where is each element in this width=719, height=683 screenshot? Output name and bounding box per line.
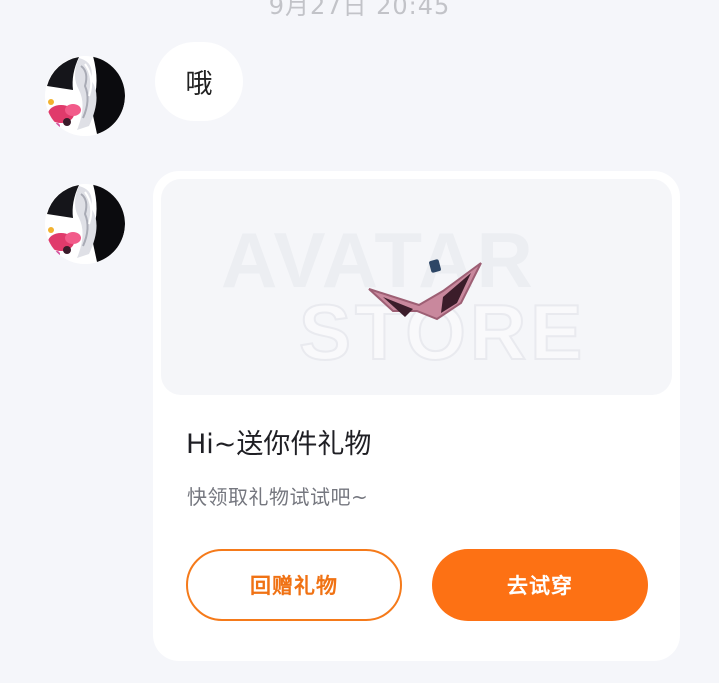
avatar-store-banner[interactable]: AVATAR STORE <box>161 179 672 395</box>
sender-avatar[interactable] <box>45 184 125 264</box>
message-bubble[interactable]: 哦 <box>155 42 243 121</box>
gift-card[interactable]: AVATAR STORE Hi~送你件礼物 快领取礼物试试吧~ 回赠礼物 去试穿 <box>153 171 680 661</box>
gift-card-title: Hi~送你件礼物 <box>186 429 372 460</box>
sender-avatar[interactable] <box>45 56 125 136</box>
try-on-button[interactable]: 去试穿 <box>432 549 648 621</box>
message-text: 哦 <box>185 69 213 100</box>
return-gift-button[interactable]: 回赠礼物 <box>186 549 402 621</box>
message-timestamp: 9月27日 20:45 <box>268 0 451 20</box>
chat-screen: 9月27日 20:45 哦 AVATAR STORE Hi~送你件礼物 快领取礼… <box>0 0 719 683</box>
gift-card-subtitle: 快领取礼物试试吧~ <box>187 485 369 509</box>
